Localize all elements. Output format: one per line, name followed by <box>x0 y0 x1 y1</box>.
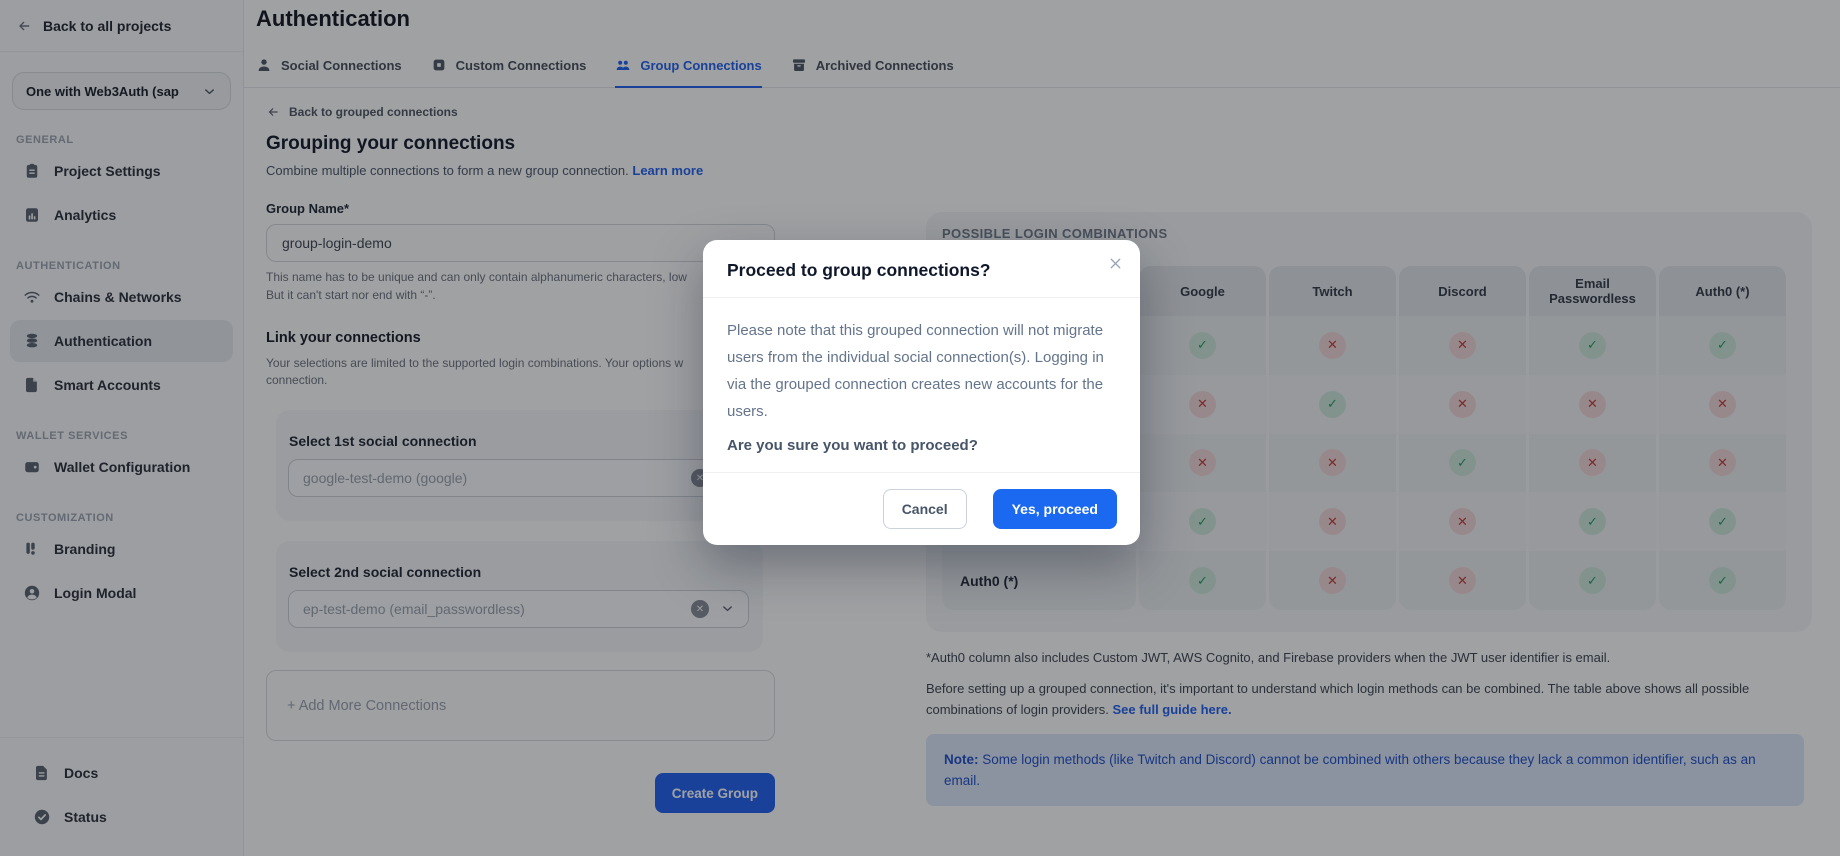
proceed-confirmation-dialog: Proceed to group connections? Please not… <box>703 240 1140 545</box>
dialog-title: Proceed to group connections? <box>727 260 1116 281</box>
dialog-body-text: Please note that this grouped connection… <box>727 317 1116 425</box>
yes-proceed-button[interactable]: Yes, proceed <box>993 489 1117 529</box>
dialog-question: Are you sure you want to proceed? <box>727 437 1116 454</box>
close-icon[interactable] <box>1107 255 1124 272</box>
app-window: Back to all projects One with Web3Auth (… <box>0 0 1840 856</box>
cancel-button[interactable]: Cancel <box>883 489 967 529</box>
